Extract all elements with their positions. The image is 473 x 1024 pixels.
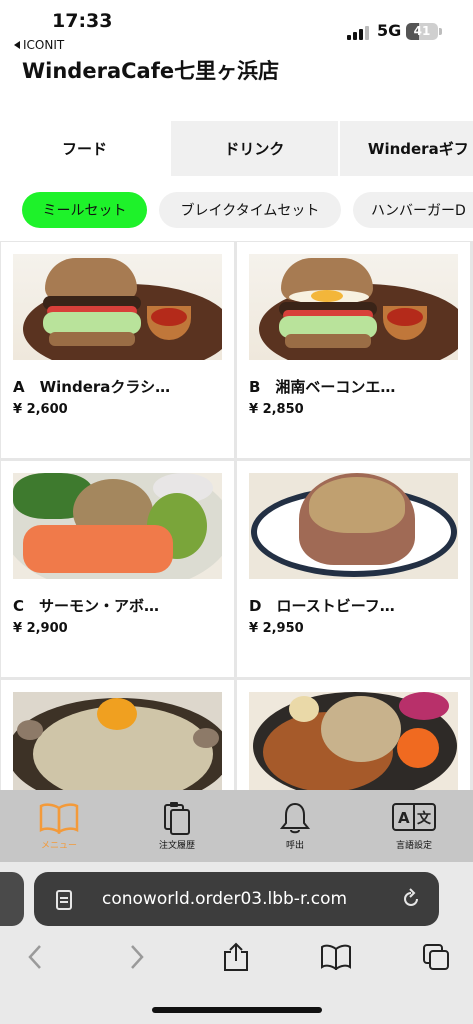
battery-percent: 41 xyxy=(413,24,431,38)
nav-call-staff[interactable]: 呼出 xyxy=(236,790,354,862)
svg-text:A: A xyxy=(398,809,410,827)
item-photo xyxy=(249,473,458,579)
menu-item-card[interactable]: C サーモン・アボ… ¥ 2,900 xyxy=(1,461,234,677)
nav-language-settings-label: 言語設定 xyxy=(395,841,432,851)
battery-tip xyxy=(439,28,442,35)
item-photo xyxy=(13,473,222,579)
pill-meal-set[interactable]: ミールセット xyxy=(22,192,147,228)
forward-button[interactable] xyxy=(117,942,157,972)
network-type: 5G xyxy=(377,21,402,40)
nav-order-history[interactable]: 注文履歴 xyxy=(118,790,236,862)
pill-break-time-set[interactable]: ブレイクタイムセット xyxy=(159,192,341,228)
back-to-app-button[interactable]: ICONIT xyxy=(14,38,64,52)
item-name: B 湘南ベーコンエ… xyxy=(249,378,396,396)
category-tabs: フード ドリンク Winderaギフ xyxy=(0,121,473,176)
item-photo xyxy=(13,254,222,360)
address-bar[interactable]: conoworld.order03.lbb-r.com xyxy=(34,872,439,926)
item-price: ¥ 2,900 xyxy=(13,621,68,636)
book-icon xyxy=(39,800,79,836)
back-app-label: ICONIT xyxy=(23,38,65,52)
battery-icon: 41 xyxy=(406,23,438,40)
url-text: conoworld.order03.lbb-r.com xyxy=(102,889,348,909)
share-button[interactable] xyxy=(216,942,256,972)
translate-icon: A 文 xyxy=(392,800,436,836)
item-price: ¥ 2,600 xyxy=(13,402,68,417)
status-bar: 17:33 ICONIT 5G 41 xyxy=(0,0,473,56)
item-price: ¥ 2,950 xyxy=(249,621,304,636)
item-price: ¥ 2,850 xyxy=(249,402,304,417)
reload-icon[interactable] xyxy=(400,888,422,910)
item-photo xyxy=(249,254,458,360)
menu-item-card[interactable]: D ローストビーフ… ¥ 2,950 xyxy=(237,461,470,677)
bottom-nav: メニュー 注文履歴 呼出 A 文 言語設定 xyxy=(0,790,473,862)
pill-hamburger-d[interactable]: ハンバーガーD xyxy=(353,192,473,228)
home-indicator xyxy=(152,1007,322,1013)
signal-icon xyxy=(347,26,369,40)
back-button[interactable] xyxy=(15,942,55,972)
subcategory-pills: ミールセット ブレイクタイムセット ハンバーガーD xyxy=(0,190,473,230)
tab-food[interactable]: フード xyxy=(0,121,169,176)
tab-drink[interactable]: ドリンク xyxy=(170,121,338,176)
bookmarks-button[interactable] xyxy=(316,942,356,972)
bell-icon xyxy=(280,800,310,836)
nav-menu-label: メニュー xyxy=(40,841,77,851)
nav-order-history-label: 注文履歴 xyxy=(158,841,195,851)
previous-tab-preview[interactable] xyxy=(0,872,24,926)
status-time: 17:33 xyxy=(52,10,113,32)
page-settings-icon[interactable] xyxy=(56,890,72,910)
item-photo xyxy=(249,692,458,798)
clipboard-icon xyxy=(161,800,193,836)
nav-call-staff-label: 呼出 xyxy=(285,841,304,851)
menu-grid: A Winderaクラシ… ¥ 2,600 B 湘南ベーコンエ… ¥ 2,850… xyxy=(0,241,473,820)
nav-menu[interactable]: メニュー xyxy=(0,790,118,862)
item-name: D ローストビーフ… xyxy=(249,597,395,615)
back-triangle-icon xyxy=(14,41,20,49)
nav-language-settings[interactable]: A 文 言語設定 xyxy=(355,790,473,862)
browser-toolbar: conoworld.order03.lbb-r.com xyxy=(0,862,473,1024)
item-photo xyxy=(13,692,222,798)
item-name: C サーモン・アボ… xyxy=(13,597,160,615)
tabs-button[interactable] xyxy=(416,942,456,972)
svg-text:文: 文 xyxy=(417,810,432,827)
menu-item-card[interactable]: B 湘南ベーコンエ… ¥ 2,850 xyxy=(237,242,470,458)
menu-item-card[interactable]: A Winderaクラシ… ¥ 2,600 xyxy=(1,242,234,458)
store-title: WinderaCafe七里ヶ浜店 xyxy=(22,59,280,83)
item-name: A Winderaクラシ… xyxy=(13,378,171,396)
tab-windera-gift[interactable]: Winderaギフ xyxy=(339,121,473,176)
